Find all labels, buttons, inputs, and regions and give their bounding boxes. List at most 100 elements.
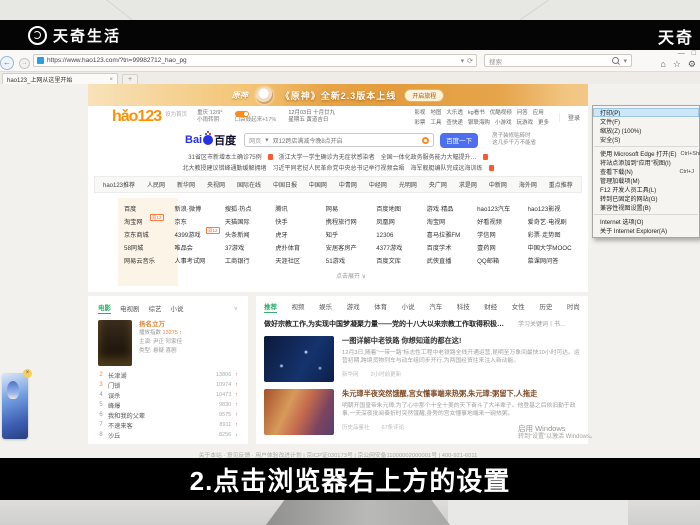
site-link[interactable]: 彩票·走势图 (528, 229, 578, 242)
feed-headline[interactable]: 做好宗教工作,为实现中国梦凝聚力量——党的十八大以来宗教工作取得积极成效 (264, 319, 510, 329)
movie-title[interactable]: 我和我的父辈 (108, 411, 215, 420)
site-link[interactable]: 喜马拉雅FM (427, 229, 477, 242)
floating-ad[interactable] (2, 373, 28, 439)
genshin-banner[interactable]: 原神 《原神》全新2.3版本上线 开启旅程 (88, 84, 588, 106)
quick-link[interactable]: 大乐透 (446, 108, 463, 116)
quick-link[interactable]: 影视 (414, 108, 425, 116)
ticker-item[interactable]: 北大教授建议错峰通勤缓解拥堵 (182, 163, 266, 172)
site-link[interactable]: 搜狐·热点 (225, 203, 275, 216)
site-link[interactable]: 凤凰网 (376, 216, 426, 229)
site-link[interactable]: 壹药网 (477, 242, 527, 255)
feed-tab[interactable]: 体育 (374, 301, 387, 313)
feed-tab[interactable]: 女性 (512, 301, 525, 313)
site-link[interactable]: 爱奇艺·电视剧 (528, 216, 578, 229)
banner-cta-button[interactable]: 开启旅程 (404, 88, 445, 102)
refresh-icon[interactable]: ⟳ (467, 57, 473, 65)
feed-headline-row[interactable]: 做好宗教工作,为实现中国梦凝聚力量——党的十八大以来宗教工作取得积极成效 学习关… (264, 319, 580, 329)
movie-tab[interactable]: 综艺 (149, 303, 162, 313)
ticker-item[interactable]: 海军舰艇编队完成远海训练 (411, 163, 483, 172)
quick-link[interactable]: 彩票 (414, 118, 425, 126)
site-link[interactable]: 人事考试网 (174, 255, 224, 268)
site-link[interactable]: 天涯社区 (275, 255, 325, 268)
movie-list-item[interactable]: 8 沙丘 8256 ↓ (98, 430, 238, 440)
quick-link[interactable]: kg看书 (468, 108, 485, 116)
search-input[interactable]: 搜索 ▾ (484, 54, 632, 67)
feed-tab[interactable]: 小说 (402, 301, 415, 313)
promo-widget[interactable]: 口袋鼓起来+17% (234, 110, 276, 124)
menu-item[interactable]: 将站点添加到“应用”视图(I) (593, 158, 699, 167)
feed-tab[interactable]: 科技 (457, 301, 470, 313)
menu-item[interactable]: 兼容性视图设置(B) (593, 203, 699, 212)
site-link[interactable]: 携程旅行网 (326, 216, 376, 229)
favorites-star-icon[interactable]: ☆ (673, 59, 681, 69)
ticker-item[interactable]: 浙江大学一学生确诊为无症状感染者 (279, 152, 375, 161)
menu-item[interactable]: 打印(P) (593, 108, 699, 117)
menu-item[interactable]: 关于 Internet Explorer(A) (593, 226, 699, 235)
nav-site-link[interactable]: 人民网 (147, 180, 165, 189)
site-link[interactable]: 中国大学MOOC (528, 242, 578, 255)
address-bar[interactable]: https://www.hao123.com/?tn=99982712_hao_… (33, 54, 477, 67)
site-link[interactable]: 网易 (326, 203, 376, 216)
article-source[interactable]: 历史品鉴社 (342, 423, 370, 431)
quick-link[interactable]: 更多 (538, 118, 549, 126)
article-thumbnail[interactable] (264, 336, 334, 382)
site-link[interactable]: hao123影视 (528, 203, 578, 216)
movie-title[interactable]: 长津湖 (108, 371, 212, 380)
article-title[interactable]: 一图详解中老铁路 你想知道的都在这! (342, 336, 580, 346)
movie-tabs-more-icon[interactable]: ∨ (234, 305, 238, 312)
baidu-logo[interactable]: Bai 百度 (185, 132, 236, 148)
feed-article[interactable]: 一图详解中老铁路 你想知道的都在这! 12月3日,随着“一带一路”标志性工程中老… (264, 336, 580, 382)
feed-tab[interactable]: 视频 (292, 301, 305, 313)
nav-site-link[interactable]: 央广网 (429, 180, 447, 189)
movie-tab[interactable]: 电视剧 (120, 303, 140, 313)
movie-list-item[interactable]: 4 误杀 10473 ↑ (98, 390, 238, 400)
menu-item[interactable]: 缩放(Z) (100%) (593, 126, 699, 135)
site-link[interactable]: 百度文库 (376, 255, 426, 268)
movie-list-item[interactable]: 6 我和我的父辈 9575 ↑ (98, 410, 238, 420)
site-link[interactable]: 4377游戏 (376, 242, 426, 255)
quick-link[interactable]: 小游戏 (495, 118, 512, 126)
nav-site-link[interactable]: 中国日报 (273, 180, 297, 189)
menu-item[interactable]: 文件(F) (593, 117, 699, 126)
featured-movie[interactable]: 扬名立万 播放指数 13275 ↑ 主演: 尹正 邓家佳 类型: 悬疑 喜剧 (98, 320, 238, 366)
movie-tab[interactable]: 电影 (98, 302, 111, 314)
site-link[interactable]: 51游戏 (326, 255, 376, 268)
movie-list-item[interactable]: 7 不速来客 8911 ↑ (98, 420, 238, 430)
ticker-item[interactable]: 全国一体化政务服务能力大幅提升… (381, 152, 477, 161)
menu-item[interactable]: 查看下载(N) Ctrl+J (593, 167, 699, 177)
compat-view-icon[interactable]: ▾ (461, 57, 465, 65)
movie-tab[interactable]: 小说 (171, 303, 184, 313)
menu-item[interactable]: F12 开发人员工具(L) (593, 185, 699, 194)
site-link[interactable]: 天猫国际 (225, 216, 275, 229)
article-title[interactable]: 朱元璋半夜突然饿醒,宫女懂事端来热粥,朱元璋:粥留下,人拖走 (342, 389, 580, 399)
site-link[interactable]: 游戏·精品 (427, 203, 477, 216)
nav-site-link[interactable]: 海外网 (519, 180, 537, 189)
movie-title[interactable]: 门锁 (108, 381, 212, 390)
movie-title[interactable]: 不速来客 (108, 421, 215, 430)
feed-tab[interactable]: 财经 (484, 301, 497, 313)
article-thumbnail[interactable] (264, 389, 334, 435)
quick-link[interactable]: 工具 (430, 118, 441, 126)
site-link[interactable]: 知乎 (326, 229, 376, 242)
hao123-logo[interactable]: hǎo123 (112, 108, 162, 126)
site-link[interactable]: 虎扑体育 (275, 242, 325, 255)
site-link[interactable]: 唯品会 (174, 242, 224, 255)
quick-link[interactable]: 优酷视频 (490, 108, 512, 116)
feed-tab[interactable]: 推荐 (264, 301, 277, 313)
movie-list-item[interactable]: 2 长津湖 13806 ↑ (98, 370, 238, 380)
set-home-link[interactable]: 设为首页 (165, 110, 187, 118)
weather-widget[interactable]: 重庆 12/9° 小雨转阴 (197, 110, 222, 124)
settings-gear-icon[interactable]: ⚙ (688, 59, 696, 69)
menu-item[interactable]: 使用 Microsoft Edge 打开(E) Ctrl+Shift+E (593, 149, 700, 159)
nav-site-link[interactable]: hao123推荐 (103, 180, 135, 189)
baidu-search-input[interactable]: 网页 ▾ 双12跨店满减今晚8点开启 (244, 133, 435, 147)
search-scope[interactable]: 网页 (249, 136, 261, 145)
feed-tab[interactable]: 游戏 (347, 301, 360, 313)
nav-site-link[interactable]: 中经网 (369, 180, 387, 189)
home-icon[interactable]: ⌂ (660, 59, 665, 69)
site-link[interactable]: 好看视频 (477, 216, 527, 229)
movie-title[interactable]: 峰爆 (108, 401, 215, 410)
site-link[interactable]: 37游戏 (225, 242, 275, 255)
site-link[interactable]: 虎牙 (275, 229, 325, 242)
menu-item[interactable]: Internet 选项(O) (593, 217, 699, 226)
